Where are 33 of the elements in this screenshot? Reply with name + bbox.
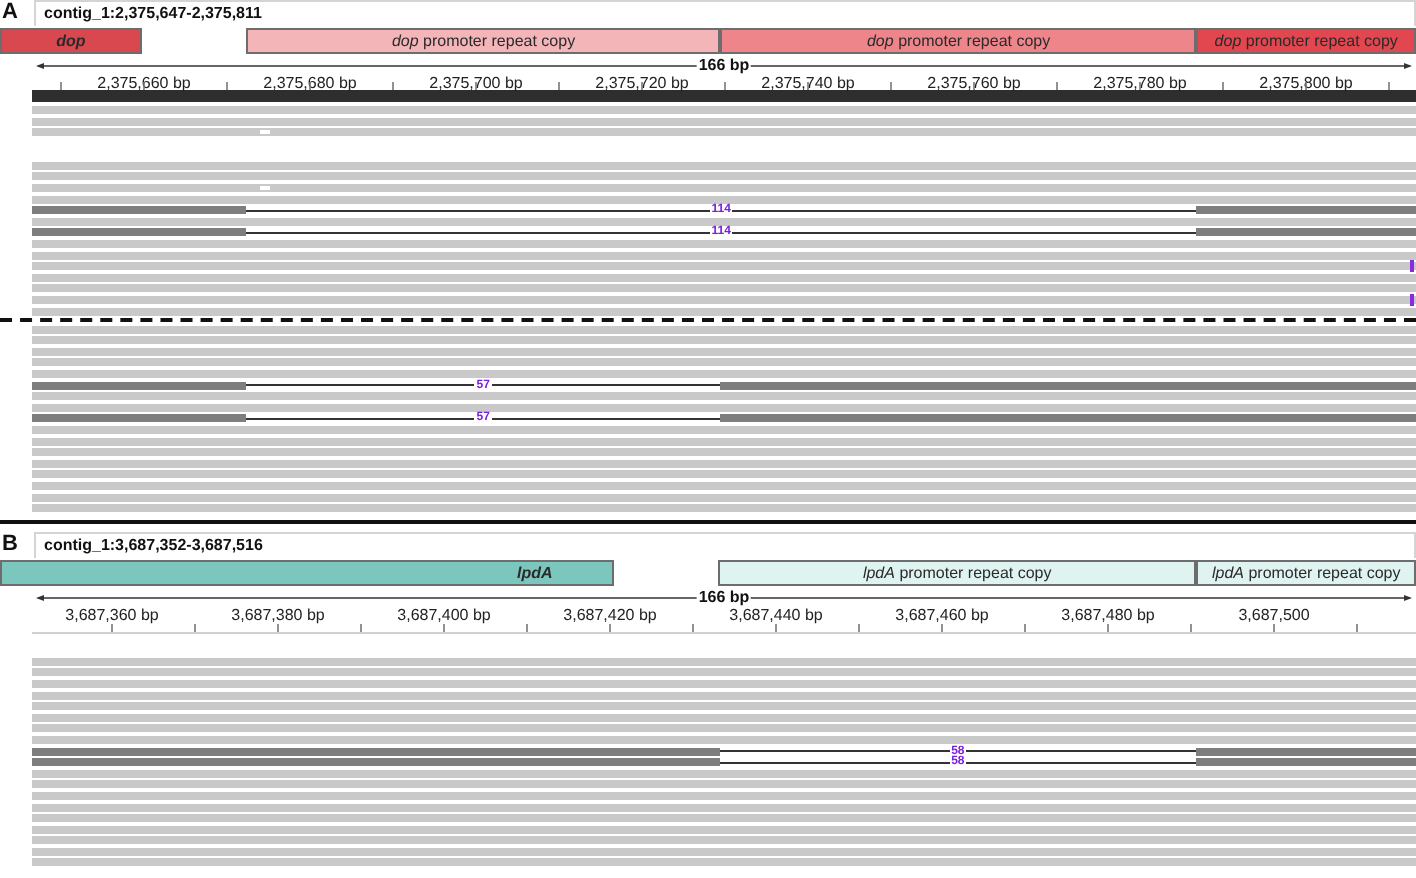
tick-label: 2,375,760 bp xyxy=(927,74,1021,92)
repeat-feature: lpdA promoter repeat copy xyxy=(1196,559,1416,586)
gene-label: lpdA xyxy=(516,563,553,582)
insertion-mark xyxy=(1410,260,1414,273)
panel-letter: B xyxy=(0,531,20,556)
tick-label: 3,687,380 bp xyxy=(231,605,325,624)
mismatch-mark xyxy=(260,130,270,135)
repeat-feature: dop promoter repeat copy xyxy=(1196,28,1416,54)
tick-label: 3,687,480 bp xyxy=(1061,605,1155,624)
tick-label: 3,687,500 xyxy=(1238,605,1310,624)
tick-label: 3,687,420 bp xyxy=(563,605,657,624)
locus-label: contig_1:3,687,352-3,687,516 xyxy=(34,531,1416,558)
tick-label: 2,375,700 bp xyxy=(429,74,523,92)
repeat-feature: lpdA promoter repeat copy xyxy=(717,559,1197,586)
tick-label: 2,375,680 bp xyxy=(263,74,357,92)
tick-label: 2,375,660 bp xyxy=(97,74,191,92)
tick-label: 3,687,440 bp xyxy=(729,605,823,624)
mismatch-mark xyxy=(260,185,270,190)
repeat-feature: dop promoter repeat copy xyxy=(246,28,721,54)
repeat-feature: dop promoter repeat copy xyxy=(720,28,1197,54)
tick-label: 2,375,720 bp xyxy=(595,74,689,92)
panel-letter: A xyxy=(0,0,20,24)
insertion-mark xyxy=(1410,293,1414,306)
tick-label: 2,375,780 bp xyxy=(1093,74,1187,92)
tick-label: 2,375,800 bp xyxy=(1259,74,1353,92)
tick-label: 3,687,460 bp xyxy=(895,605,989,624)
span-label: 166 bp xyxy=(696,587,752,606)
tick-label: 3,687,360 bp xyxy=(65,605,159,624)
locus-label: contig_1:2,375,647-2,375,811 xyxy=(34,0,1416,26)
span-label: 166 bp xyxy=(696,56,752,74)
tick-label: 2,375,740 bp xyxy=(761,74,855,92)
tick-label: 3,687,400 bp xyxy=(397,605,491,624)
gene-label: dop xyxy=(56,32,86,50)
